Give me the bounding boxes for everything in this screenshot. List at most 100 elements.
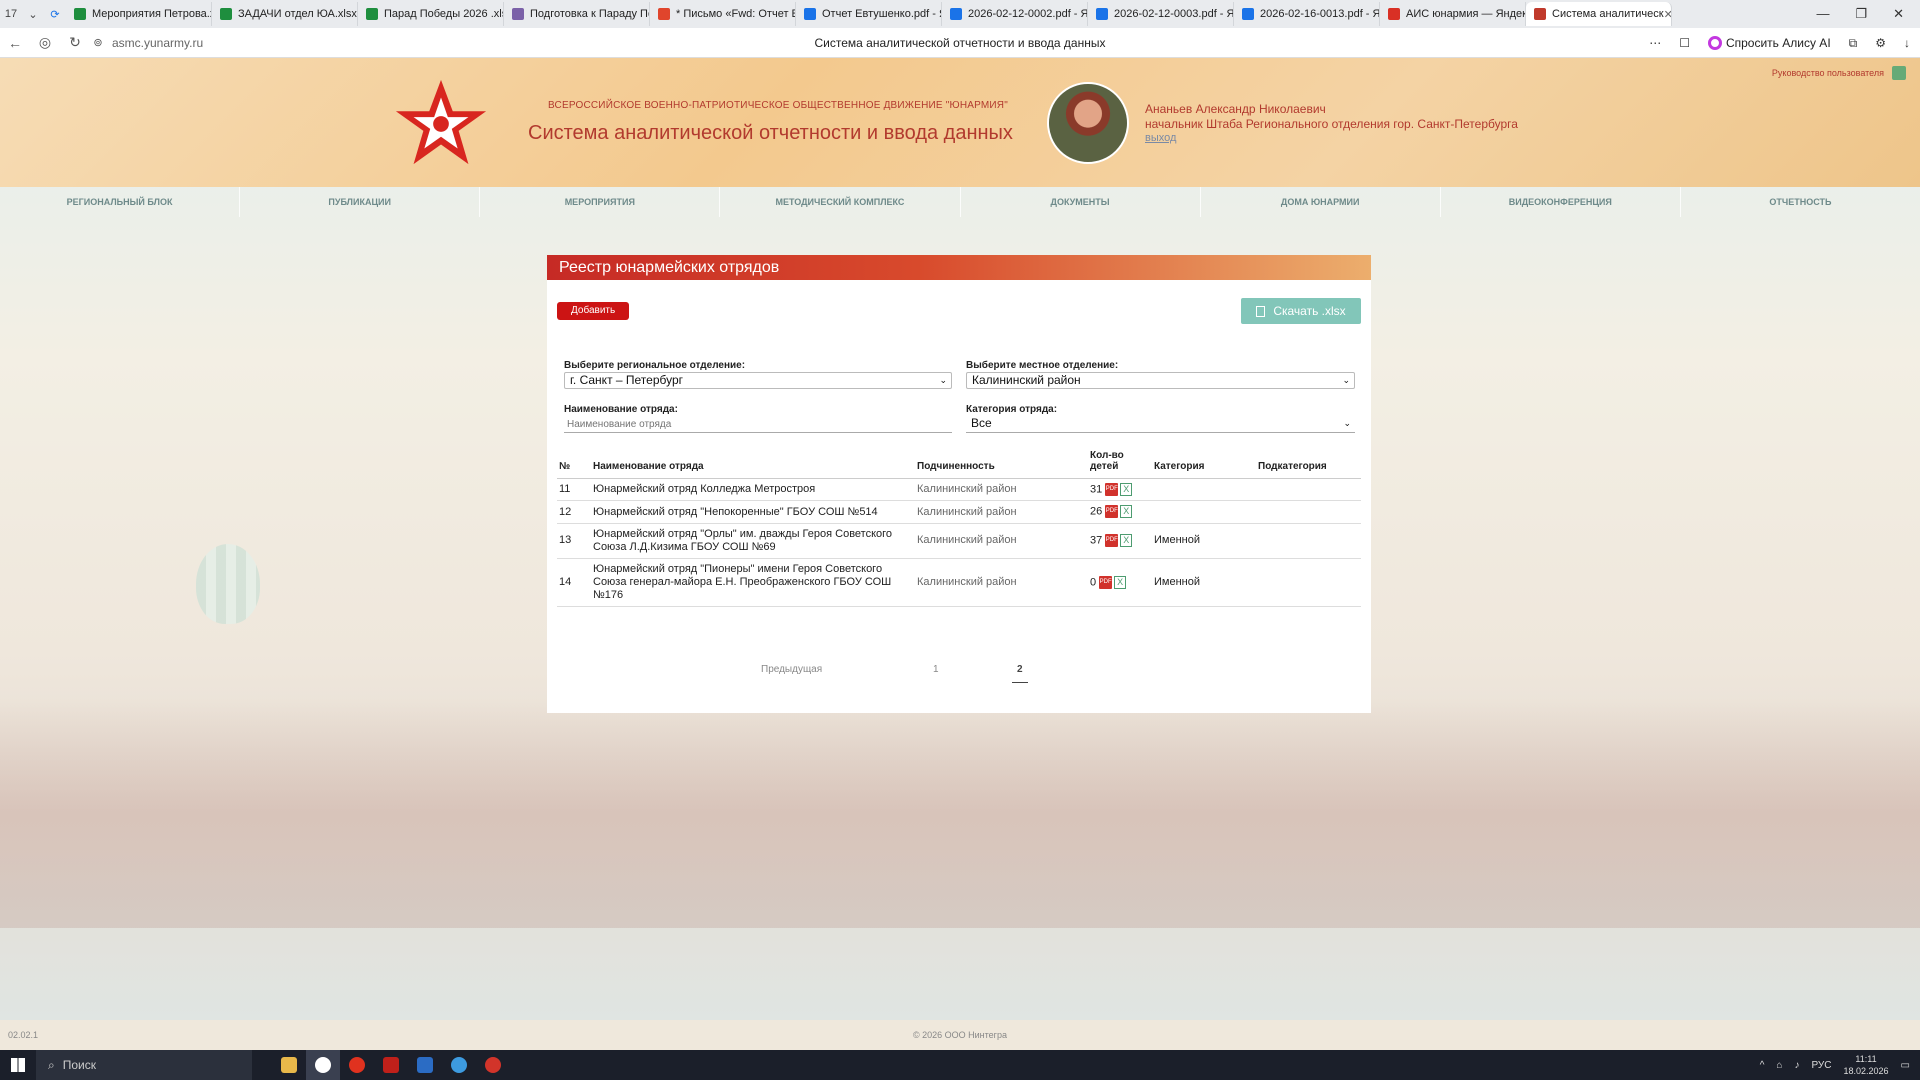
manual-icon[interactable] xyxy=(1892,66,1906,80)
table-row[interactable]: 12 Юнармейский отряд "Непокоренные" ГБОУ … xyxy=(557,500,1361,524)
excel-icon[interactable]: X xyxy=(1120,534,1133,548)
col-category[interactable]: Категория xyxy=(1152,450,1256,479)
browser-tab[interactable]: 2026-02-12-0003.pdf - Я xyxy=(1088,2,1234,26)
row-squad-name[interactable]: Юнармейский отряд "Орлы" им. дважды Геро… xyxy=(593,528,892,553)
acrobat-app[interactable] xyxy=(374,1050,408,1080)
bookmark-icon[interactable]: ☐ xyxy=(1679,36,1690,50)
minimize-icon[interactable]: — xyxy=(1816,6,1829,22)
word-app[interactable] xyxy=(408,1050,442,1080)
menu-item[interactable]: МЕТОДИЧЕСКИЙ КОМПЛЕКС xyxy=(720,187,961,217)
browser-tab[interactable]: Парад Победы 2026 .xls xyxy=(358,2,504,26)
sync-icon[interactable]: ⟳ xyxy=(44,3,66,25)
taskbar-search[interactable]: ⌕ Поиск xyxy=(36,1050,252,1080)
squad-name-input[interactable] xyxy=(564,416,952,433)
col-num[interactable]: № xyxy=(557,450,591,479)
pdf-icon[interactable]: PDF xyxy=(1105,483,1119,496)
translate-icon[interactable]: ⧉ xyxy=(1849,36,1858,51)
table-row[interactable]: 11 Юнармейский отряд Колледжа Метростроя К… xyxy=(557,478,1361,502)
more-icon[interactable]: ⋯ xyxy=(1649,36,1661,50)
regional-select-value: г. Санкт – Петербург xyxy=(570,373,684,387)
local-select[interactable]: Калининский район ⌄ xyxy=(966,372,1355,389)
menu-item[interactable]: РЕГИОНАЛЬНЫЙ БЛОК xyxy=(0,187,241,217)
url-field[interactable]: asmc.yunarmy.ru xyxy=(112,36,203,50)
tab-label: Мероприятия Петрова.x xyxy=(92,8,212,20)
pdf-icon[interactable]: PDF xyxy=(1105,505,1119,519)
browser-tab[interactable]: ЗАДАЧИ отдел ЮА.xlsx - xyxy=(212,2,358,26)
browser-tab[interactable]: Подготовка к Параду По xyxy=(504,2,650,26)
telegram-app[interactable] xyxy=(442,1050,476,1080)
tab-counter[interactable]: 17 xyxy=(0,3,22,25)
protect-icon[interactable]: ◎ xyxy=(30,34,60,51)
yunarmy-logo[interactable] xyxy=(392,74,490,172)
tab-label: АИС юнармия — Яндекс xyxy=(1406,8,1526,20)
excel-icon[interactable]: X xyxy=(1120,505,1133,519)
yandex-browser-app[interactable] xyxy=(306,1050,340,1080)
pdf-icon[interactable]: PDF xyxy=(1099,575,1113,589)
downloads-icon[interactable]: ↓ xyxy=(1904,36,1910,50)
user-manual-link[interactable]: Руководство пользователя xyxy=(1772,68,1884,78)
start-button[interactable] xyxy=(0,1050,36,1080)
user-role: начальник Штаба Регионального отделения … xyxy=(1145,117,1518,131)
close-window-icon[interactable]: ✕ xyxy=(1893,6,1904,22)
extensions-icon[interactable]: ⚙ xyxy=(1875,36,1886,50)
menu-item[interactable]: ВИДЕОКОНФЕРЕНЦИЯ xyxy=(1441,187,1681,217)
row-children-count: 37 xyxy=(1090,534,1103,547)
col-subordination[interactable]: Подчиненность xyxy=(915,450,1088,479)
table-row[interactable]: 14 Юнармейский отряд "Пионеры" имени Геро… xyxy=(557,558,1361,607)
yandex-app[interactable] xyxy=(340,1050,374,1080)
maximize-icon[interactable]: ❐ xyxy=(1855,6,1867,22)
prev-page-link[interactable]: Предыдущая xyxy=(761,664,822,675)
excel-icon[interactable]: X xyxy=(1120,483,1133,496)
row-category-cell xyxy=(1152,478,1256,502)
row-subcategory-cell xyxy=(1256,478,1361,502)
download-xlsx-button[interactable]: Скачать .xlsx xyxy=(1241,298,1361,324)
regional-select[interactable]: г. Санкт – Петербург ⌄ xyxy=(564,372,952,389)
tab-list-chevron-icon[interactable]: ⌄ xyxy=(22,3,44,25)
menu-item[interactable]: ДОМА ЮНАРМИИ xyxy=(1201,187,1441,217)
notifications-icon[interactable]: ▭ xyxy=(1901,1060,1910,1071)
row-squad-name[interactable]: Юнармейский отряд "Непокоренные" ГБОУ СО… xyxy=(593,506,878,518)
browser-tab[interactable]: Мероприятия Петрова.x xyxy=(66,2,212,26)
browser-tab[interactable]: Система аналитическ ✕ xyxy=(1526,2,1672,26)
opera-app[interactable] xyxy=(476,1050,510,1080)
ask-alice-button[interactable]: Спросить Алису AI xyxy=(1707,36,1831,50)
page-2-link[interactable]: 2 xyxy=(1017,664,1023,675)
col-count[interactable]: Кол-во детей xyxy=(1088,450,1152,479)
language-indicator[interactable]: РУС xyxy=(1811,1060,1831,1071)
volume-icon[interactable]: ♪ xyxy=(1794,1060,1799,1071)
background-crowd xyxy=(0,698,1920,928)
col-name[interactable]: Наименование отряда xyxy=(591,450,915,479)
menu-item[interactable]: ПУБЛИКАЦИИ xyxy=(240,187,481,217)
row-squad-name[interactable]: Юнармейский отряд Колледжа Метростроя xyxy=(593,483,815,495)
menu-item[interactable]: ДОКУМЕНТЫ xyxy=(961,187,1201,217)
row-children-count-cell: 37 PDF X xyxy=(1088,523,1152,559)
add-button[interactable]: Добавить xyxy=(557,302,630,320)
tray-chevron-icon[interactable]: ^ xyxy=(1760,1060,1765,1071)
balloon-left xyxy=(196,544,260,624)
explorer-app[interactable] xyxy=(272,1050,306,1080)
row-subordination-cell: Калининский район xyxy=(915,500,1088,524)
back-icon[interactable]: ← xyxy=(0,35,30,51)
lock-icon[interactable]: ⊚ xyxy=(90,36,106,49)
logout-link[interactable]: выход xyxy=(1145,132,1176,144)
clock[interactable]: 11:11 18.02.2026 xyxy=(1844,1053,1889,1077)
close-tab-icon[interactable]: ✕ xyxy=(1664,8,1671,21)
browser-tab[interactable]: Отчет Евтушенко.pdf - Я xyxy=(796,2,942,26)
tab-label: Парад Победы 2026 .xls xyxy=(384,8,504,20)
browser-tab[interactable]: * Письмо «Fwd: Отчет Ев xyxy=(650,2,796,26)
category-select[interactable]: Все ⌄ xyxy=(966,416,1355,433)
browser-tab[interactable]: АИС юнармия — Яндекс xyxy=(1380,2,1526,26)
site-header: ВСЕРОССИЙСКОЕ ВОЕННО-ПАТРИОТИЧЕСКОЕ ОБЩЕ… xyxy=(0,58,1920,187)
browser-tab[interactable]: 2026-02-12-0002.pdf - Я xyxy=(942,2,1088,26)
row-squad-name[interactable]: Юнармейский отряд "Пионеры" имени Героя … xyxy=(593,563,891,601)
network-icon[interactable]: ⌂ xyxy=(1776,1060,1782,1071)
col-subcategory[interactable]: Подкатегория xyxy=(1256,450,1361,479)
menu-item[interactable]: ОТЧЕТНОСТЬ xyxy=(1681,187,1920,217)
excel-icon[interactable]: X xyxy=(1114,575,1127,589)
table-row[interactable]: 13 Юнармейский отряд "Орлы" им. дважды Ге… xyxy=(557,523,1361,559)
pdf-icon[interactable]: PDF xyxy=(1105,534,1119,548)
reload-icon[interactable]: ↻ xyxy=(60,34,90,51)
browser-tab[interactable]: 2026-02-16-0013.pdf - Я xyxy=(1234,2,1380,26)
page-1-link[interactable]: 1 xyxy=(933,664,939,675)
menu-item[interactable]: МЕРОПРИЯТИЯ xyxy=(480,187,721,217)
